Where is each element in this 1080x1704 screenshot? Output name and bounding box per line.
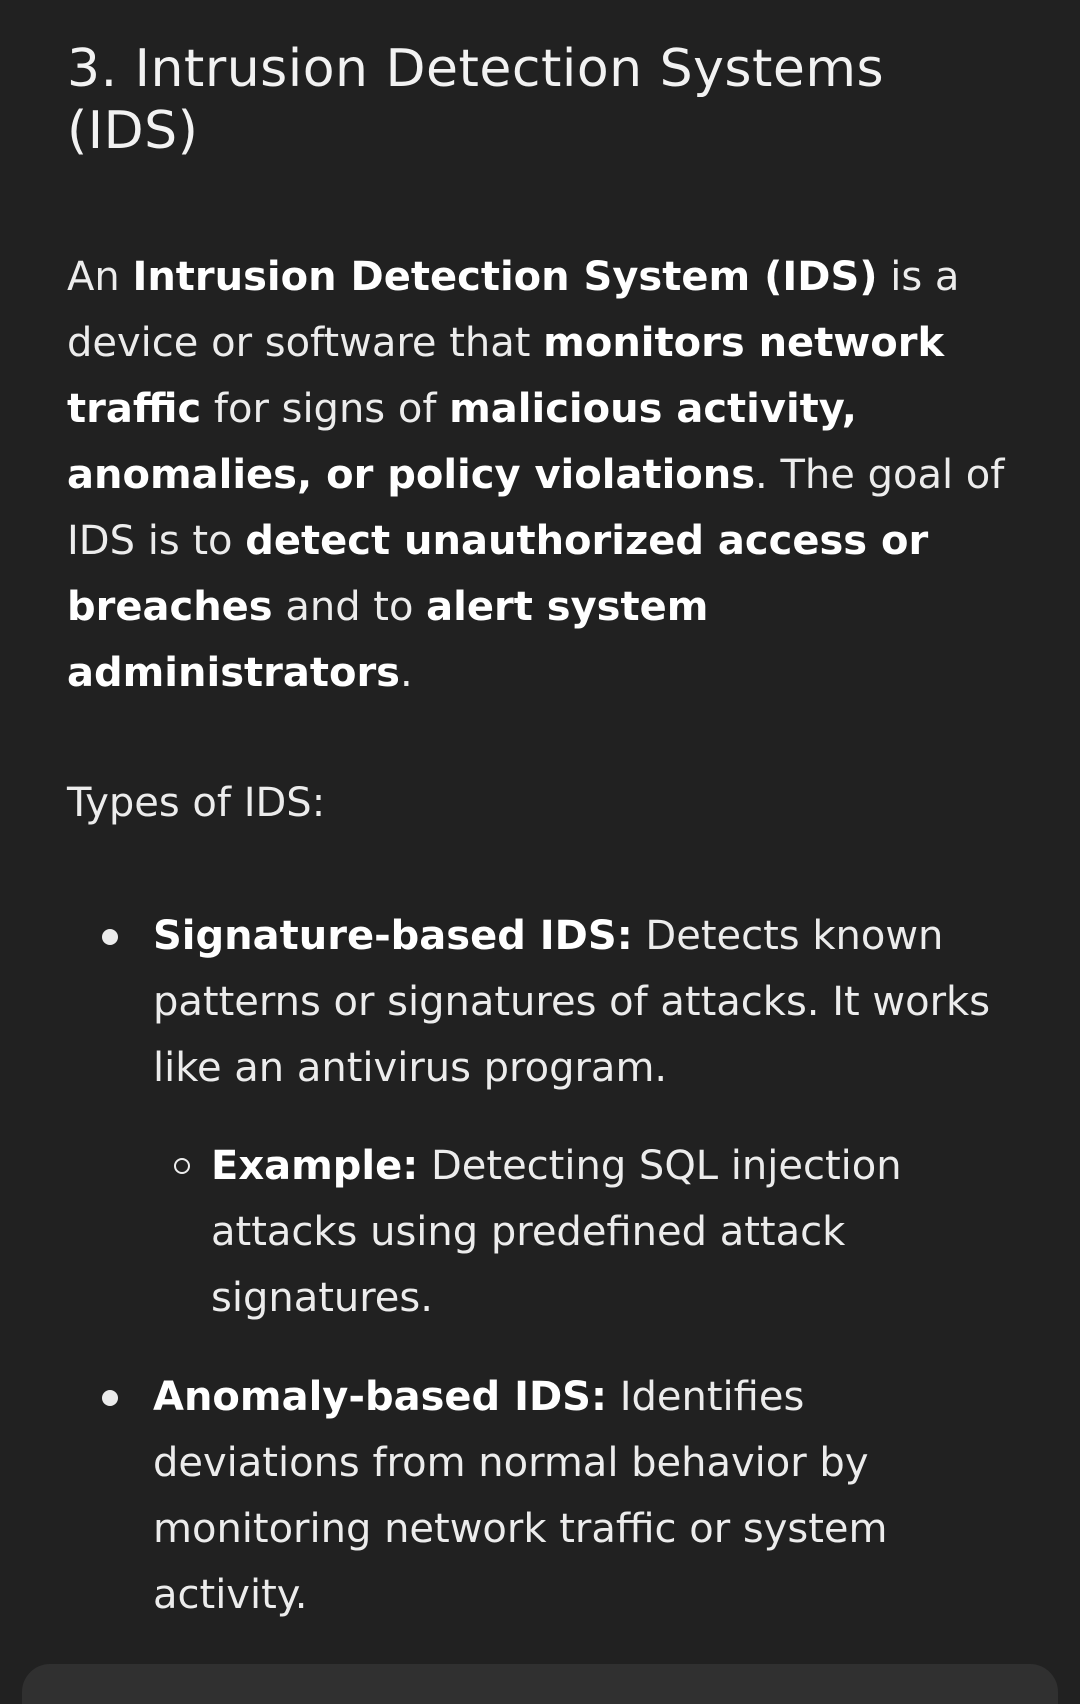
intro-text: and to (272, 584, 427, 630)
composer-bar[interactable] (22, 1664, 1058, 1704)
types-heading: Types of IDS: (67, 780, 326, 826)
types-list: Signature-based IDS: Detects known patte… (67, 903, 1017, 1101)
intro-paragraph: An Intrusion Detection System (IDS) is a… (67, 244, 1017, 706)
list-item: Anomaly-based IDS: Identifies deviations… (67, 1364, 1017, 1628)
type-title: Signature-based IDS: (153, 913, 633, 959)
bullet-dot-icon (102, 929, 118, 945)
intro-bold-ids: Intrusion Detection System (IDS) (132, 254, 878, 300)
bullet-circle-icon (174, 1158, 190, 1174)
intro-text: An (67, 254, 133, 300)
bullet-dot-icon (102, 1390, 118, 1406)
type-title: Anomaly-based IDS: (153, 1374, 607, 1420)
list-item: Example: Detecting SQL injection attacks… (67, 1133, 1017, 1331)
section-heading: 3. Intrusion Detection Systems (IDS) (67, 39, 885, 161)
sub-list: Example: Detecting SQL injection attacks… (67, 1133, 1017, 1331)
list-item: Signature-based IDS: Detects known patte… (67, 903, 1017, 1101)
intro-text: . (400, 650, 413, 696)
intro-text: for signs of (201, 386, 450, 432)
example-label: Example: (211, 1143, 419, 1189)
types-list: Anomaly-based IDS: Identifies deviations… (67, 1364, 1017, 1628)
